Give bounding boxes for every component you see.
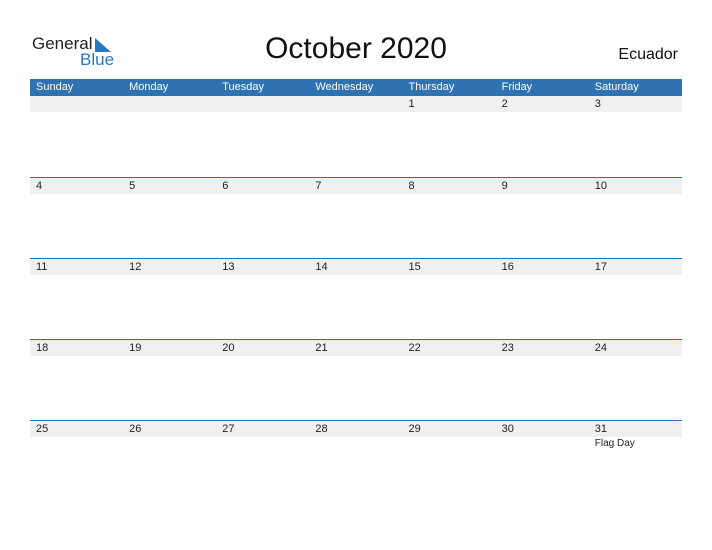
day-number: 10 bbox=[594, 180, 607, 192]
day-number: 31 bbox=[594, 423, 607, 435]
day-number bbox=[309, 96, 402, 112]
day-number: 21 bbox=[315, 342, 328, 354]
weekday-thursday: Thursday bbox=[408, 81, 455, 93]
week-row: 1 2 3 bbox=[30, 96, 682, 112]
day-number: 15 bbox=[408, 261, 421, 273]
day-number: 30 bbox=[501, 423, 514, 435]
weekday-friday: Friday bbox=[501, 81, 533, 93]
day-number: 11 bbox=[36, 261, 48, 273]
day-number: 8 bbox=[408, 180, 415, 192]
day-number: 5 bbox=[129, 180, 136, 192]
week-row: 25 26 27 28 29 30 31 Flag Day bbox=[30, 420, 682, 451]
day-number: 26 bbox=[129, 423, 142, 435]
page-title: October 2020 bbox=[265, 32, 447, 65]
date-row: 1 2 3 bbox=[30, 96, 682, 112]
day-number: 7 bbox=[315, 180, 322, 192]
weekday-wednesday: Wednesday bbox=[315, 81, 374, 93]
date-row: 11 12 13 14 15 16 17 bbox=[30, 259, 682, 275]
day-number bbox=[216, 96, 309, 112]
day-number: 2 bbox=[501, 98, 508, 110]
day-number: 1 bbox=[408, 98, 415, 110]
country-label: Ecuador bbox=[618, 46, 678, 63]
day-number: 16 bbox=[501, 261, 514, 273]
weekday-header: Sunday Monday Tuesday Wednesday Thursday… bbox=[30, 79, 682, 96]
holiday-label bbox=[216, 437, 309, 451]
day-number: 20 bbox=[222, 342, 235, 354]
holiday-label bbox=[123, 437, 216, 451]
holiday-label: Flag Day bbox=[594, 438, 635, 449]
holiday-label bbox=[496, 437, 589, 451]
day-number: 28 bbox=[315, 423, 328, 435]
week-row: 4 5 6 7 8 9 10 bbox=[30, 177, 682, 194]
day-number: 17 bbox=[594, 261, 607, 273]
holiday-label bbox=[403, 437, 496, 451]
date-row: 25 26 27 28 29 30 31 bbox=[30, 421, 682, 437]
holiday-label bbox=[30, 437, 123, 451]
day-number: 25 bbox=[36, 423, 49, 435]
date-row: 18 19 20 21 22 23 24 bbox=[30, 340, 682, 356]
holiday-label bbox=[309, 437, 402, 451]
day-number: 13 bbox=[222, 261, 235, 273]
day-number: 22 bbox=[408, 342, 421, 354]
weekday-sunday: Sunday bbox=[36, 81, 74, 93]
day-number: 4 bbox=[36, 180, 43, 192]
week-row: 11 12 13 14 15 16 17 bbox=[30, 258, 682, 275]
week-row: 18 19 20 21 22 23 24 bbox=[30, 339, 682, 356]
day-number: 12 bbox=[129, 261, 142, 273]
day-number: 27 bbox=[222, 423, 235, 435]
weekday-saturday: Saturday bbox=[594, 81, 639, 93]
day-number: 24 bbox=[594, 342, 607, 354]
weekday-monday: Monday bbox=[129, 81, 169, 93]
weekday-tuesday: Tuesday bbox=[222, 81, 265, 93]
day-number bbox=[123, 96, 216, 112]
event-row: Flag Day bbox=[30, 437, 682, 451]
date-row: 4 5 6 7 8 9 10 bbox=[30, 178, 682, 194]
day-number: 23 bbox=[501, 342, 514, 354]
day-number: 29 bbox=[408, 423, 421, 435]
day-number: 19 bbox=[129, 342, 142, 354]
day-number: 9 bbox=[501, 180, 508, 192]
day-number: 18 bbox=[36, 342, 49, 354]
day-number: 14 bbox=[315, 261, 328, 273]
day-number bbox=[30, 96, 123, 112]
day-number: 6 bbox=[222, 180, 229, 192]
day-number: 3 bbox=[594, 98, 601, 110]
